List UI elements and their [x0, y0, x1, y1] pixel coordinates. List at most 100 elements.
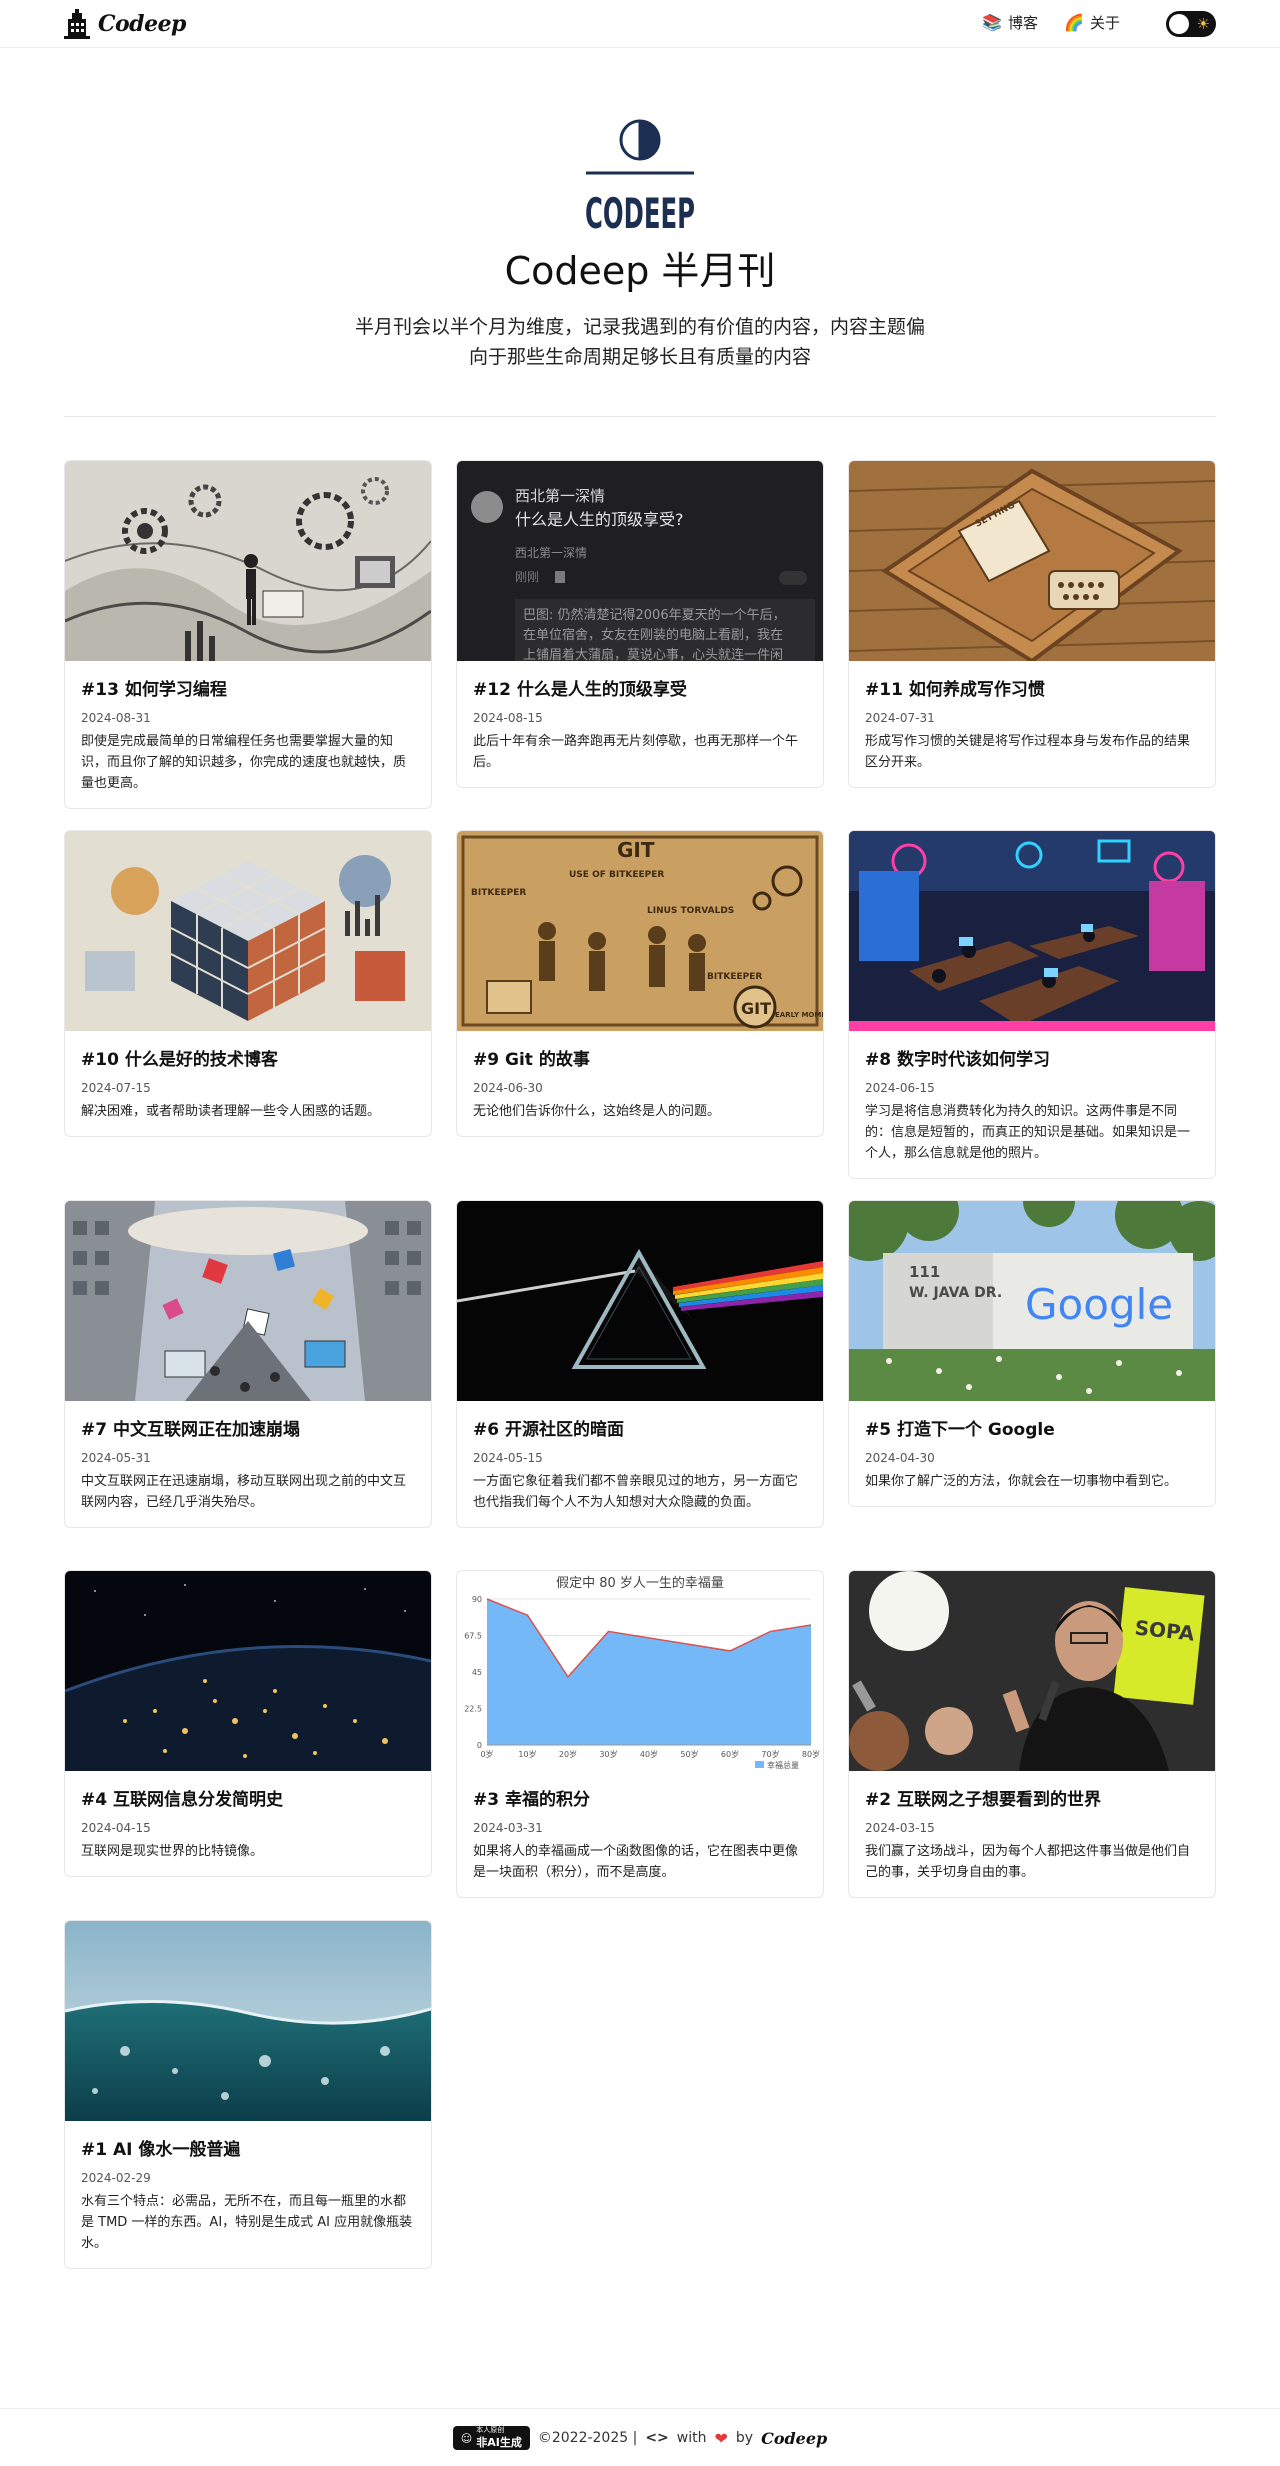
post-excerpt: 即使是完成最简单的日常编程任务也需要掌握大量的知识，而且你了解的知识越多，你完成… — [81, 734, 407, 791]
theme-toggle[interactable]: ☀ — [1166, 11, 1216, 37]
post-card-7[interactable]: #7 中文互联网正在加速崩塌 2024-05-31 中文互联网正在迅速崩塌，移动… — [64, 1200, 432, 1528]
post-card-body: #13 如何学习编程 2024-08-31 即使是完成最简单的日常编程任务也需要… — [65, 661, 431, 808]
chart-x-tick-label: 50岁 — [680, 1749, 698, 1759]
trash-icon — [555, 571, 565, 583]
post-excerpt: 互联网是现实世界的比特镜像。 — [81, 1844, 264, 1859]
post-card-10[interactable]: #10 什么是好的技术博客 2024-07-15 解决困难，或者帮助读者理解一些… — [64, 830, 432, 1137]
post-title[interactable]: #13 如何学习编程 — [81, 679, 415, 701]
post-title[interactable]: #8 数字时代该如何学习 — [865, 1049, 1199, 1071]
post-card-1[interactable]: #1 AI 像水一般普遍 2024-02-29 水有三个特点：必需品，无所不在，… — [64, 1920, 432, 2269]
post-card-9[interactable]: GIT USE OF BITKEEPER BITKEEPER LINUS TOR… — [456, 830, 824, 1137]
post-title[interactable]: #10 什么是好的技术博客 — [81, 1049, 415, 1071]
post-card-body: #2 互联网之子想要看到的世界 2024-03-15 我们赢了这场战斗，因为每个… — [849, 1771, 1215, 1897]
thumb-quote-line-2: 在单位宿舍，女友在刚装的电脑上看剧，我在 — [523, 627, 783, 643]
post-card-5[interactable]: 111 W. JAVA DR. Google #5 打造下一个 Google 2… — [848, 1200, 1216, 1507]
chart-legend-swatch — [755, 1761, 764, 1768]
post-excerpt: 如果将人的幸福画成一个函数图像的话，它在图表中更像是一块面积（积分），而不是高度… — [473, 1844, 799, 1880]
post-thumbnail-11: SETTING — [849, 461, 1215, 661]
post-excerpt: 此后十年有余一路奔跑再无片刻停歇，也再无那样一个午后。 — [473, 734, 799, 770]
post-date: 2024-04-15 — [81, 1821, 151, 1835]
footer-brand-link[interactable]: Codeep — [761, 2429, 827, 2448]
post-date: 2024-02-29 — [81, 2171, 151, 2185]
thumb-label-7: EARLY MOMENTS — [775, 1011, 823, 1019]
post-date: 2024-04-30 — [865, 1451, 935, 1465]
post-card-11[interactable]: SETTING #11 如何养成写作习惯 2024-07-31 形成写作习惯的关… — [848, 460, 1216, 788]
chart-y-tick-label: 67.5 — [464, 1632, 482, 1641]
post-card-2[interactable]: SOPA #2 互联网之子想要看到的世界 2024-03-15 我们赢了这场战斗… — [848, 1570, 1216, 1898]
site-logo-text: Codeep — [98, 11, 186, 37]
books-icon: 📚 — [982, 13, 1003, 32]
thumb-sign-logo: Google — [1025, 1280, 1173, 1329]
chart-x-tick-label: 40岁 — [640, 1749, 658, 1759]
post-card-body: #8 数字时代该如何学习 2024-06-15 学习是将信息消费转化为持久的知识… — [849, 1031, 1215, 1178]
badge-main-text: 非AI生成 — [476, 2436, 522, 2449]
chart-y-tick-label: 90 — [472, 1595, 482, 1604]
post-title[interactable]: #4 互联网信息分发简明史 — [81, 1789, 415, 1811]
chart-x-tick-label: 70岁 — [761, 1749, 779, 1759]
post-card-13[interactable]: #13 如何学习编程 2024-08-31 即使是完成最简单的日常编程任务也需要… — [64, 460, 432, 809]
thumb-meta: 刚刚 — [515, 570, 539, 584]
footer: ☺ 本人原创 非AI生成 ©2022-2025 | <> with ❤ by C… — [0, 2424, 1280, 2452]
section-divider — [64, 416, 1216, 417]
post-excerpt: 中文互联网正在迅速崩塌，移动互联网出现之前的中文互联网内容，已经几乎消失殆尽。 — [81, 1474, 407, 1510]
chart-y-tick-label: 22.5 — [464, 1705, 482, 1714]
half-moon-icon — [619, 119, 661, 161]
chart-title: 假定中 80 岁人一生的幸福量 — [556, 1575, 724, 1591]
thumb-label-1: GIT — [617, 838, 655, 862]
post-card-body: #10 什么是好的技术博客 2024-07-15 解决困难，或者帮助读者理解一些… — [65, 1031, 431, 1136]
post-title[interactable]: #2 互联网之子想要看到的世界 — [865, 1789, 1199, 1811]
post-thumbnail-13 — [65, 461, 431, 661]
post-date: 2024-05-15 — [473, 1451, 543, 1465]
post-date: 2024-08-15 — [473, 711, 543, 725]
post-title[interactable]: #3 幸福的积分 — [473, 1789, 807, 1811]
post-card-body: #5 打造下一个 Google 2024-04-30 如果你了解广泛的方法，你就… — [849, 1401, 1215, 1506]
post-card-6[interactable]: #6 开源社区的暗面 2024-05-15 一方面它象征着我们都不曾亲眼见过的地… — [456, 1200, 824, 1528]
chart-x-tick-label: 60岁 — [721, 1749, 739, 1759]
post-title[interactable]: #6 开源社区的暗面 — [473, 1419, 807, 1441]
nav-item-blog-label: 博客 — [1008, 14, 1039, 32]
top-navigation-bar: Codeep 📚 博客 🌈 关于 ☀ — [0, 0, 1280, 48]
post-card-3[interactable]: 假定中 80 岁人一生的幸福量 0 22.5 45 67.5 90 0岁 10岁 20岁 30岁… — [456, 1570, 824, 1898]
badge-text: 本人原创 非AI生成 — [476, 2426, 522, 2450]
nav-item-about[interactable]: 🌈 关于 — [1064, 12, 1120, 33]
post-title[interactable]: #12 什么是人生的顶级享受 — [473, 679, 807, 701]
post-thumbnail-12: 西北第一深情 什么是人生的顶级享受? 西北第一深情 刚刚 巴图: 仍然清楚记得2… — [457, 461, 823, 661]
post-date: 2024-05-31 — [81, 1451, 151, 1465]
copyright-text: ©2022-2025 | — [537, 2430, 638, 2446]
chart-x-tick-label: 20岁 — [559, 1749, 577, 1759]
hero-logo: CODEEP — [585, 119, 695, 238]
site-logo[interactable]: Codeep — [64, 9, 186, 39]
post-title[interactable]: #1 AI 像水一般普遍 — [81, 2139, 415, 2161]
post-thumbnail-5: 111 W. JAVA DR. Google — [849, 1201, 1215, 1401]
post-card-4[interactable]: #4 互联网信息分发简明史 2024-04-15 互联网是现实世界的比特镜像。 — [64, 1570, 432, 1877]
post-excerpt: 解决困难，或者帮助读者理解一些令人困惑的话题。 — [81, 1104, 381, 1119]
post-thumbnail-1 — [65, 1921, 431, 2121]
post-title[interactable]: #11 如何养成写作习惯 — [865, 679, 1199, 701]
nav-item-blog[interactable]: 📚 博客 — [982, 12, 1038, 33]
smile-icon: ☺ — [460, 2431, 473, 2445]
post-thumbnail-10 — [65, 831, 431, 1031]
post-card-body: #11 如何养成写作习惯 2024-07-31 形成写作习惯的关键是将写作过程本… — [849, 661, 1215, 787]
thumb-label-6: GIT — [741, 999, 771, 1018]
chart-y-tick-label: 45 — [472, 1668, 482, 1677]
post-card-12[interactable]: 西北第一深情 什么是人生的顶级享受? 西北第一深情 刚刚 巴图: 仍然清楚记得2… — [456, 460, 824, 788]
post-excerpt: 形成写作习惯的关键是将写作过程本身与发布作品的结果区分开来。 — [865, 734, 1191, 770]
post-card-body: #1 AI 像水一般普遍 2024-02-29 水有三个特点：必需品，无所不在，… — [65, 2121, 431, 2268]
chart-x-tick-label: 10岁 — [518, 1749, 536, 1759]
post-card-8[interactable]: #8 数字时代该如何学习 2024-06-15 学习是将信息消费转化为持久的知识… — [848, 830, 1216, 1179]
post-title[interactable]: #7 中文互联网正在加速崩塌 — [81, 1419, 415, 1441]
chart-x-tick-label: 30岁 — [599, 1749, 617, 1759]
happiness-area-chart: 假定中 80 岁人一生的幸福量 0 22.5 45 67.5 90 0岁 10岁 20岁 30岁… — [457, 1571, 823, 1771]
post-title[interactable]: #9 Git 的故事 — [473, 1049, 807, 1071]
post-card-body: #12 什么是人生的顶级享受 2024-08-15 此后十年有余一路奔跑再无片刻… — [457, 661, 823, 787]
post-card-body: #6 开源社区的暗面 2024-05-15 一方面它象征着我们都不曾亲眼见过的地… — [457, 1401, 823, 1527]
thumb-byline: 西北第一深情 — [515, 546, 587, 560]
toggle-knob — [1169, 14, 1189, 34]
nav-item-about-label: 关于 — [1089, 14, 1120, 32]
post-date: 2024-07-15 — [81, 1081, 151, 1095]
post-date: 2024-06-15 — [865, 1081, 935, 1095]
not-ai-badge[interactable]: ☺ 本人原创 非AI生成 — [452, 2426, 530, 2450]
post-title[interactable]: #5 打造下一个 Google — [865, 1419, 1199, 1441]
chart-y-tick-label: 0 — [477, 1741, 482, 1750]
thumb-author: 西北第一深情 — [515, 487, 605, 505]
